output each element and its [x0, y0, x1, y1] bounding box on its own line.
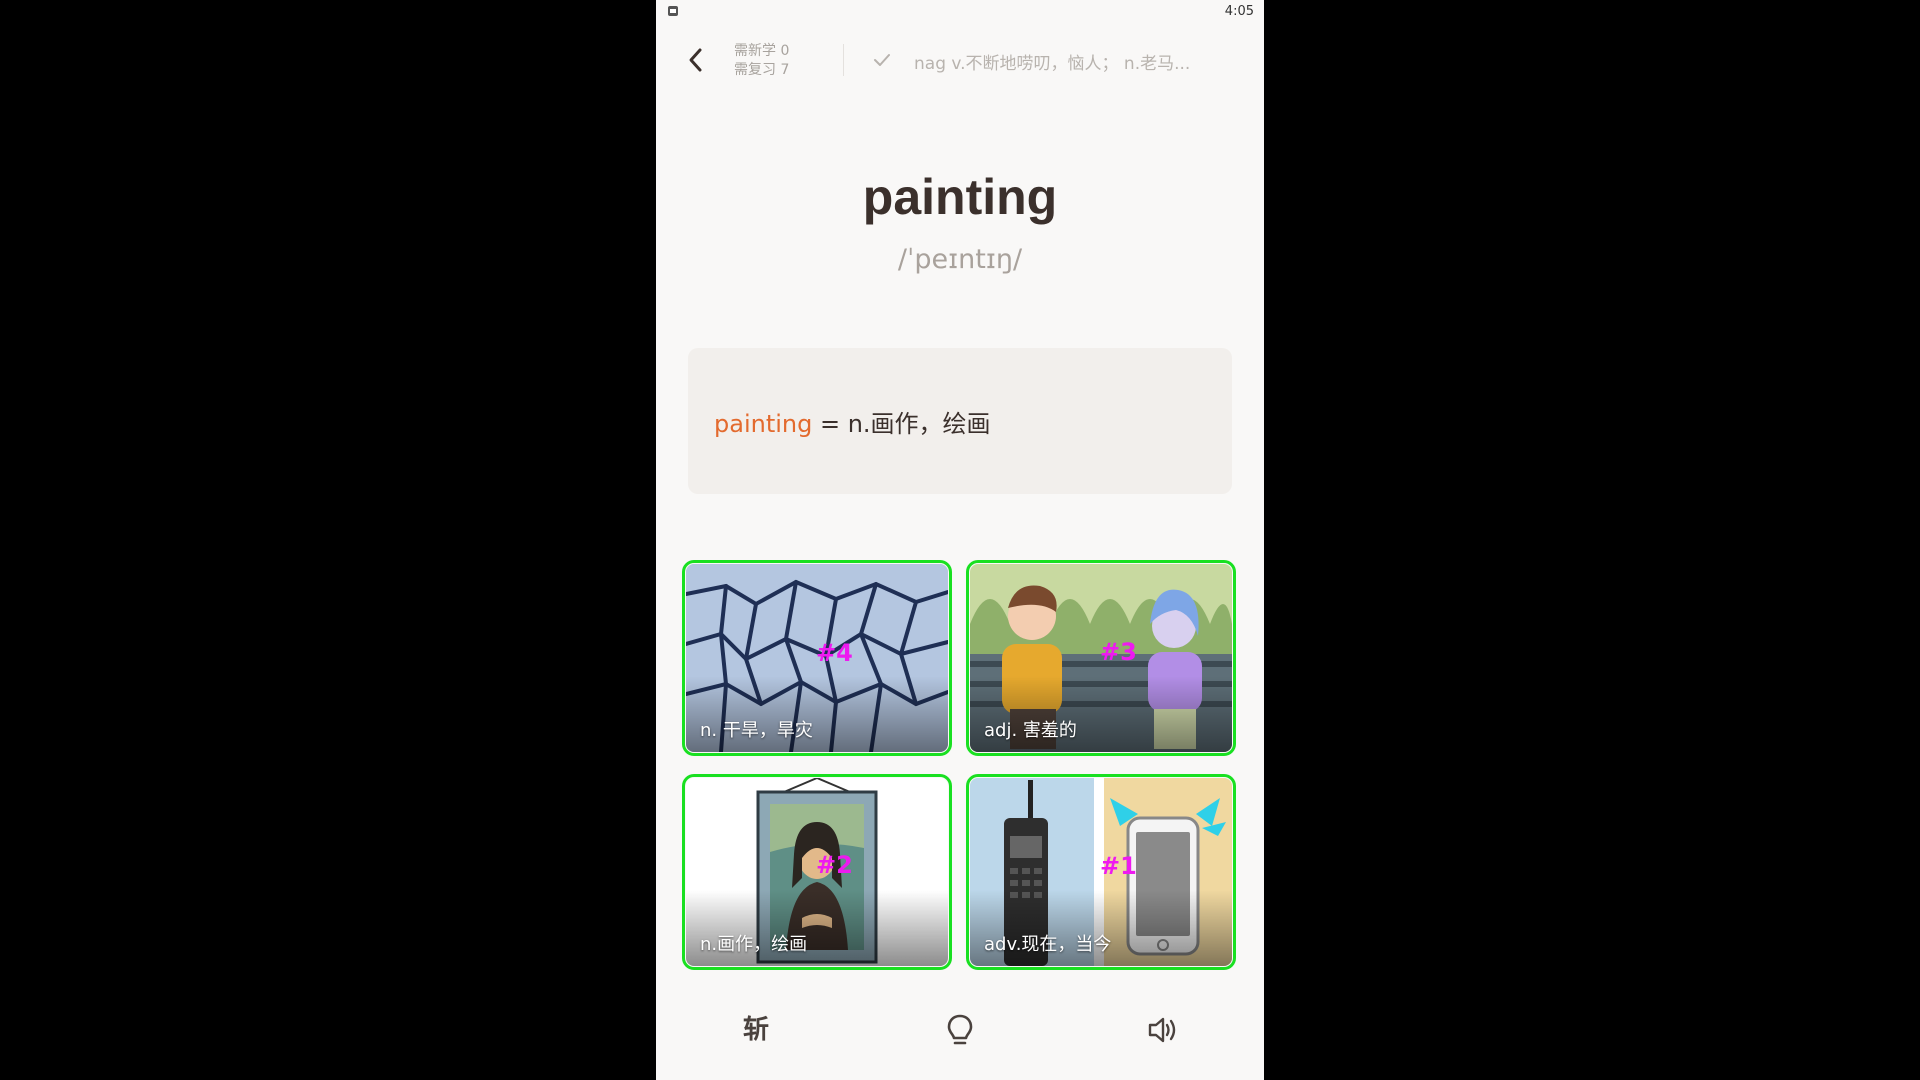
definition-card: painting = n.画作，绘画: [688, 348, 1232, 494]
slash-button[interactable]: 斩: [726, 1010, 786, 1050]
notification-icon: [668, 6, 678, 16]
progress-counts: 需新学 0 需复习 7: [734, 42, 789, 80]
option-marker: #1: [1100, 852, 1137, 880]
option-nowadays[interactable]: adv.现在，当今 #1: [966, 774, 1236, 970]
top-bar: 需新学 0 需复习 7 nag v.不断地唠叨，恼人； n.老马...: [656, 30, 1264, 90]
option-label: n. 干旱，旱灾: [700, 720, 813, 741]
option-marker: #4: [816, 639, 853, 667]
header-divider: [843, 44, 844, 76]
option-drought[interactable]: n. 干旱，旱灾 #4: [682, 560, 952, 756]
definition-word: painting: [714, 410, 813, 438]
option-marker: #3: [1100, 638, 1137, 666]
status-time: 4:05: [1224, 4, 1254, 19]
definition-text: painting = n.画作，绘画: [714, 404, 991, 439]
chevron-left-icon: [689, 48, 702, 72]
sound-button[interactable]: [1132, 1010, 1192, 1050]
bottom-bar: 斩: [656, 1000, 1264, 1060]
option-label: adv.现在，当今: [984, 934, 1112, 955]
new-words-count: 需新学 0: [734, 43, 790, 59]
status-bar: 4:05: [656, 0, 1264, 24]
lightbulb-icon: [947, 1014, 973, 1045]
check-icon: [874, 54, 890, 66]
app-screen: 4:05 需新学 0 需复习 7 nag v.不断地唠叨，恼人； n.老马...…: [656, 0, 1264, 1080]
previous-word[interactable]: nag v.不断地唠叨，恼人； n.老马...: [914, 49, 1234, 74]
word-title: painting: [862, 169, 1058, 225]
option-label: n.画作，绘画: [700, 934, 808, 955]
option-label: adj. 害羞的: [984, 720, 1077, 741]
option-shy[interactable]: adj. 害羞的 #3: [966, 560, 1236, 756]
option-painting[interactable]: n.画作，绘画 #2: [682, 774, 952, 970]
review-words-count: 需复习 7: [734, 62, 790, 78]
slash-label: 斩: [742, 1015, 769, 1045]
hint-button[interactable]: [930, 1010, 990, 1050]
definition-meaning: n.画作，绘画: [847, 410, 991, 438]
back-button[interactable]: [684, 46, 710, 74]
definition-equals: =: [812, 410, 848, 438]
word-phonetic[interactable]: /ˈpeɪntɪŋ/: [656, 244, 1264, 275]
speaker-icon: [1148, 1017, 1176, 1043]
option-marker: #2: [816, 851, 853, 879]
